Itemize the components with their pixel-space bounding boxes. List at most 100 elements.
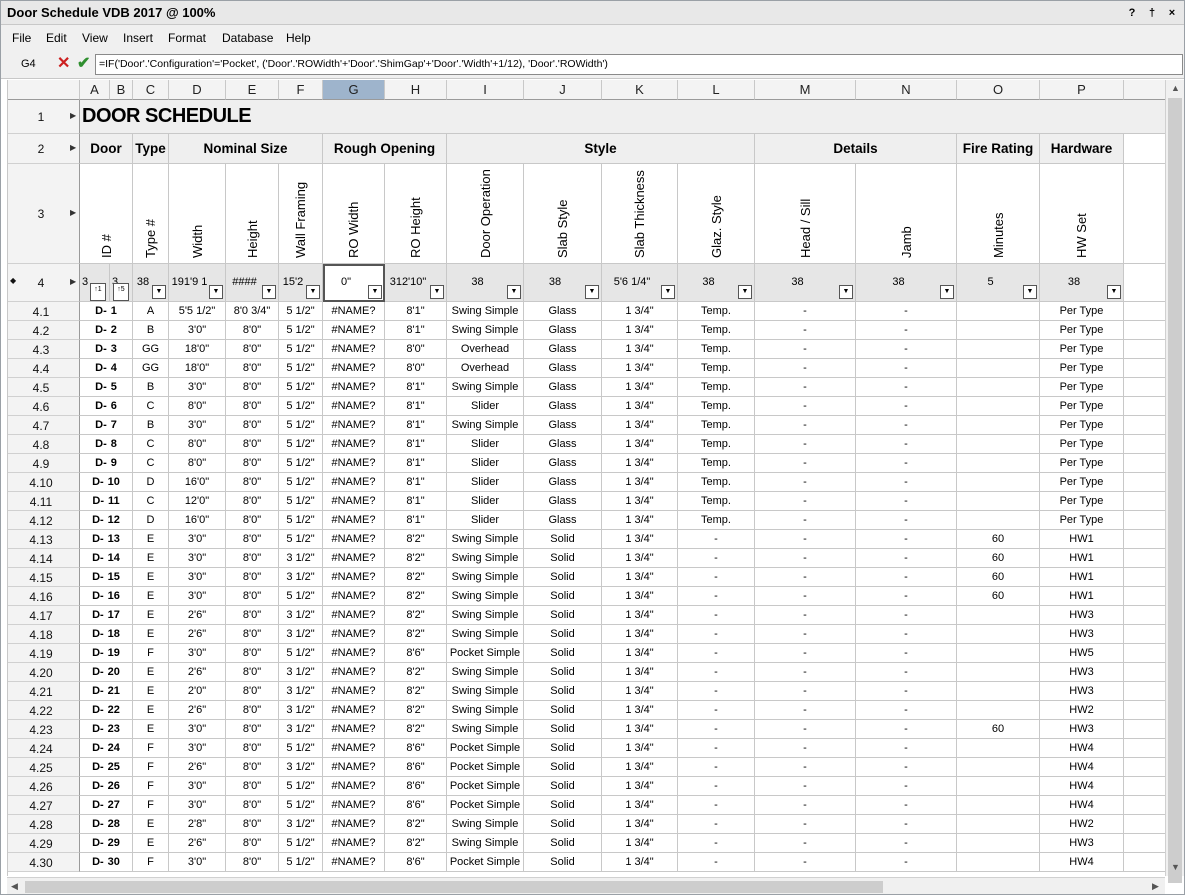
data-cell-h[interactable]: 8'2" [385,530,447,549]
door-id-cell[interactable]: D- 20 [80,663,133,682]
data-cell-j[interactable]: Solid [524,663,602,682]
data-cell-h[interactable]: 8'2" [385,606,447,625]
data-cell-d[interactable]: 8'0" [169,397,226,416]
data-cell-o[interactable] [957,302,1040,321]
data-cell-g[interactable]: #NAME? [323,568,385,587]
data-cell-l[interactable]: - [678,815,755,834]
data-cell-m[interactable]: - [755,625,856,644]
data-cell-f[interactable]: 3 1/2" [279,815,323,834]
data-cell-j[interactable]: Glass [524,492,602,511]
data-cell-e[interactable]: 8'0" [226,473,279,492]
data-cell-k[interactable]: 1 3/4" [602,701,678,720]
data-cell-h[interactable]: 8'2" [385,663,447,682]
row-header-data[interactable]: 4.5 [8,378,80,397]
data-cell-i[interactable]: Pocket Simple [447,796,524,815]
summary-cell-d[interactable]: 191'9 1 ▼ [169,264,226,302]
data-cell-k[interactable]: 1 3/4" [602,492,678,511]
data-cell-i[interactable]: Pocket Simple [447,644,524,663]
row-header-data[interactable]: 4.27 [8,796,80,815]
data-cell-p[interactable]: HW3 [1040,625,1124,644]
data-cell-g[interactable]: #NAME? [323,549,385,568]
data-cell-e[interactable]: 8'0" [226,416,279,435]
data-cell-j[interactable]: Glass [524,435,602,454]
data-cell-i[interactable]: Swing Simple [447,416,524,435]
data-cell-l[interactable]: - [678,606,755,625]
data-cell-l[interactable]: - [678,682,755,701]
data-cell-o[interactable] [957,701,1040,720]
data-cell-f[interactable]: 5 1/2" [279,473,323,492]
data-cell-f[interactable]: 5 1/2" [279,397,323,416]
menu-edit[interactable]: Edit [46,31,67,45]
data-cell-k[interactable]: 1 3/4" [602,663,678,682]
data-cell-d[interactable]: 3'0" [169,777,226,796]
data-cell-p[interactable]: HW3 [1040,606,1124,625]
data-cell-o[interactable] [957,435,1040,454]
column-header-f[interactable]: F [279,80,323,100]
data-cell-m[interactable]: - [755,530,856,549]
data-cell-j[interactable]: Solid [524,720,602,739]
data-cell-p[interactable]: Per Type [1040,321,1124,340]
data-cell-k[interactable]: 1 3/4" [602,549,678,568]
door-id-cell[interactable]: D- 2 [80,321,133,340]
data-cell-m[interactable]: - [755,758,856,777]
data-cell-p[interactable]: HW1 [1040,530,1124,549]
data-cell-l[interactable]: Temp. [678,359,755,378]
scroll-left-icon[interactable]: ◀ [11,881,18,892]
data-cell-c[interactable]: B [133,416,169,435]
data-cell-j[interactable]: Solid [524,606,602,625]
data-cell-m[interactable]: - [755,796,856,815]
data-cell-p[interactable]: HW4 [1040,853,1124,872]
data-cell-i[interactable]: Swing Simple [447,815,524,834]
row-header-data[interactable]: 4.13 [8,530,80,549]
data-cell-m[interactable]: - [755,777,856,796]
data-cell-f[interactable]: 5 1/2" [279,378,323,397]
data-cell-g[interactable]: #NAME? [323,359,385,378]
row-expand-icon[interactable]: ▶ [70,277,76,286]
door-id-cell[interactable]: D- 27 [80,796,133,815]
data-cell-i[interactable]: Slider [447,492,524,511]
data-cell-i[interactable]: Swing Simple [447,378,524,397]
data-cell-p[interactable]: HW3 [1040,834,1124,853]
data-cell-o[interactable] [957,777,1040,796]
row-header-data[interactable]: 4.12 [8,511,80,530]
horizontal-scroll-thumb[interactable] [25,881,883,893]
data-cell-c[interactable]: E [133,530,169,549]
data-cell-h[interactable]: 8'1" [385,492,447,511]
chevron-down-icon[interactable]: ▼ [940,285,954,299]
data-cell-e[interactable]: 8'0" [226,454,279,473]
row-expand-icon[interactable]: ▶ [70,208,76,217]
data-cell-g[interactable]: #NAME? [323,701,385,720]
column-header-j[interactable]: J [524,80,602,100]
column-header-i[interactable]: I [447,80,524,100]
door-id-cell[interactable]: D- 30 [80,853,133,872]
row-header-data[interactable]: 4.4 [8,359,80,378]
data-cell-g[interactable]: #NAME? [323,853,385,872]
data-cell-g[interactable]: #NAME? [323,302,385,321]
data-cell-n[interactable]: - [856,815,957,834]
data-cell-k[interactable]: 1 3/4" [602,606,678,625]
data-cell-j[interactable]: Solid [524,701,602,720]
door-id-cell[interactable]: D- 9 [80,454,133,473]
data-cell-d[interactable]: 8'0" [169,454,226,473]
data-cell-i[interactable]: Pocket Simple [447,777,524,796]
summary-cell-l[interactable]: 38 ▼ [678,264,755,302]
column-header-n[interactable]: N [856,80,957,100]
data-cell-l[interactable]: Temp. [678,416,755,435]
column-header-d[interactable]: D [169,80,226,100]
data-cell-n[interactable]: - [856,473,957,492]
data-cell-n[interactable]: - [856,739,957,758]
data-cell-k[interactable]: 1 3/4" [602,682,678,701]
data-cell-c[interactable]: GG [133,359,169,378]
data-cell-g[interactable]: #NAME? [323,796,385,815]
data-cell-j[interactable]: Glass [524,340,602,359]
data-cell-c[interactable]: E [133,568,169,587]
data-cell-p[interactable]: HW1 [1040,587,1124,606]
door-id-cell[interactable]: D- 12 [80,511,133,530]
data-cell-d[interactable]: 12'0" [169,492,226,511]
data-cell-g[interactable]: #NAME? [323,530,385,549]
data-cell-p[interactable]: Per Type [1040,511,1124,530]
data-cell-m[interactable]: - [755,473,856,492]
chevron-down-icon[interactable]: ▼ [152,285,166,299]
data-cell-l[interactable]: - [678,644,755,663]
data-cell-d[interactable]: 3'0" [169,568,226,587]
